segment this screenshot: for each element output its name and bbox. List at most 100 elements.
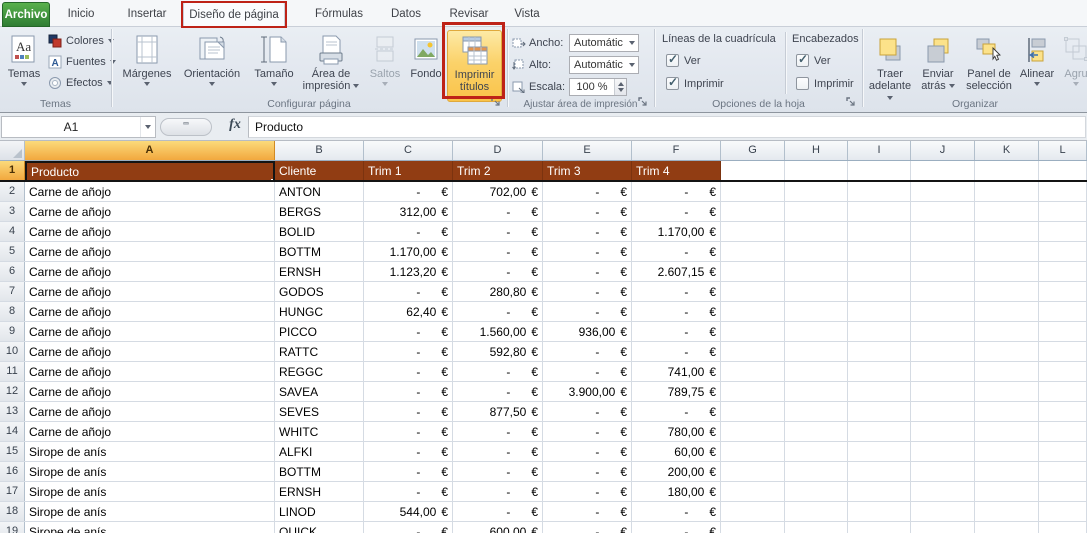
cell[interactable] [785,282,848,301]
cell[interactable]: 936,00 € [543,322,632,341]
row-header-19[interactable]: 19 [0,522,25,533]
cell[interactable]: Carne de añojo [25,402,275,421]
cell[interactable] [975,482,1039,501]
cell[interactable]: PICCO [275,322,364,341]
column-header-k[interactable]: K [975,141,1039,160]
cell[interactable]: - € [632,302,721,321]
cell[interactable]: - € [543,462,632,481]
cell[interactable] [785,342,848,361]
row-header-13[interactable]: 13 [0,402,25,421]
cell[interactable]: - € [364,402,453,421]
row-header-3[interactable]: 3 [0,202,25,221]
cell[interactable] [848,242,911,261]
row-header-10[interactable]: 10 [0,342,25,361]
ancho-combo[interactable]: Automátic [569,33,639,52]
cell[interactable] [1039,502,1087,521]
cell[interactable]: - € [543,482,632,501]
cell[interactable] [721,262,785,281]
cell[interactable]: 702,00 € [453,182,543,201]
cell[interactable]: - € [632,502,721,521]
cell[interactable]: ALFKI [275,442,364,461]
column-header-e[interactable]: E [543,141,632,160]
panel-de-seleccion-button[interactable]: Panel de selección [962,30,1016,92]
cell[interactable]: - € [364,422,453,441]
column-header-d[interactable]: D [453,141,543,160]
cell[interactable]: Carne de añojo [25,342,275,361]
cell[interactable] [975,522,1039,533]
cell[interactable] [911,222,975,241]
orientacion-button[interactable]: Orientación [178,30,246,86]
cell[interactable]: BOLID [275,222,364,241]
cell[interactable] [721,462,785,481]
enviar-atras-button[interactable]: Enviar atrás [916,30,960,92]
cell[interactable] [848,222,911,241]
cell[interactable]: - € [364,322,453,341]
cell[interactable] [975,362,1039,381]
spinner-arrows[interactable] [614,78,626,95]
cell[interactable] [721,242,785,261]
cell[interactable] [911,322,975,341]
cell[interactable] [785,362,848,381]
cell[interactable] [911,442,975,461]
cell[interactable] [721,202,785,221]
cell[interactable] [785,442,848,461]
cell[interactable]: - € [543,282,632,301]
cell[interactable] [785,482,848,501]
checkbox-icon[interactable]: ✓ [796,77,809,90]
temas-button[interactable]: Aa Temas [4,30,44,86]
tab-insertar[interactable]: Insertar [114,2,180,27]
column-header-a[interactable]: A [25,141,275,160]
selection-fill-handle[interactable] [271,179,273,180]
insert-function-icon[interactable]: fx [224,117,246,137]
cell[interactable]: 789,75 € [632,382,721,401]
cell[interactable]: 60,00 € [632,442,721,461]
cell[interactable] [848,402,911,421]
cell[interactable] [911,382,975,401]
cell[interactable]: - € [632,522,721,533]
cell[interactable]: - € [543,342,632,361]
cell[interactable]: Trim 4 [632,161,721,180]
cell[interactable] [911,422,975,441]
name-box-dropdown[interactable] [140,117,155,137]
cell[interactable]: - € [453,422,543,441]
checkbox-icon[interactable]: ✓ [666,75,679,90]
cell[interactable]: 1.123,20 € [364,262,453,281]
cell[interactable] [911,302,975,321]
cell[interactable] [1039,342,1087,361]
cell[interactable]: Carne de añojo [25,322,275,341]
cell[interactable]: - € [543,222,632,241]
cell[interactable]: Sirope de anís [25,522,275,533]
gridlines-ver-checkbox[interactable]: ✓ Ver [666,52,701,68]
cell[interactable]: WHITC [275,422,364,441]
dialog-launcher-icon[interactable] [845,96,858,109]
cell[interactable] [911,402,975,421]
cell[interactable] [1039,322,1087,341]
row-header-15[interactable]: 15 [0,442,25,461]
cell[interactable]: - € [632,282,721,301]
cell[interactable] [1039,442,1087,461]
cell[interactable] [911,462,975,481]
cell[interactable]: 312,00 € [364,202,453,221]
formula-bar-grip[interactable] [160,118,212,136]
cell[interactable] [785,462,848,481]
cell[interactable] [785,502,848,521]
cell[interactable]: Sirope de anís [25,442,275,461]
cell[interactable] [1039,202,1087,221]
row-header-4[interactable]: 4 [0,222,25,241]
cell[interactable]: SEVES [275,402,364,421]
cell[interactable] [1039,161,1087,180]
checkbox-icon[interactable]: ✓ [796,52,809,67]
column-header-l[interactable]: L [1039,141,1087,160]
alinear-button[interactable]: Alinear [1015,30,1059,86]
cell[interactable] [848,262,911,281]
cell[interactable] [721,422,785,441]
cell[interactable] [975,422,1039,441]
cell[interactable]: 592,80 € [453,342,543,361]
cell[interactable]: - € [543,522,632,533]
cell[interactable]: - € [543,242,632,261]
cell[interactable]: - € [543,402,632,421]
cell[interactable]: 62,40 € [364,302,453,321]
cell[interactable] [848,482,911,501]
cell[interactable] [785,322,848,341]
cell[interactable]: 1.170,00 € [632,222,721,241]
